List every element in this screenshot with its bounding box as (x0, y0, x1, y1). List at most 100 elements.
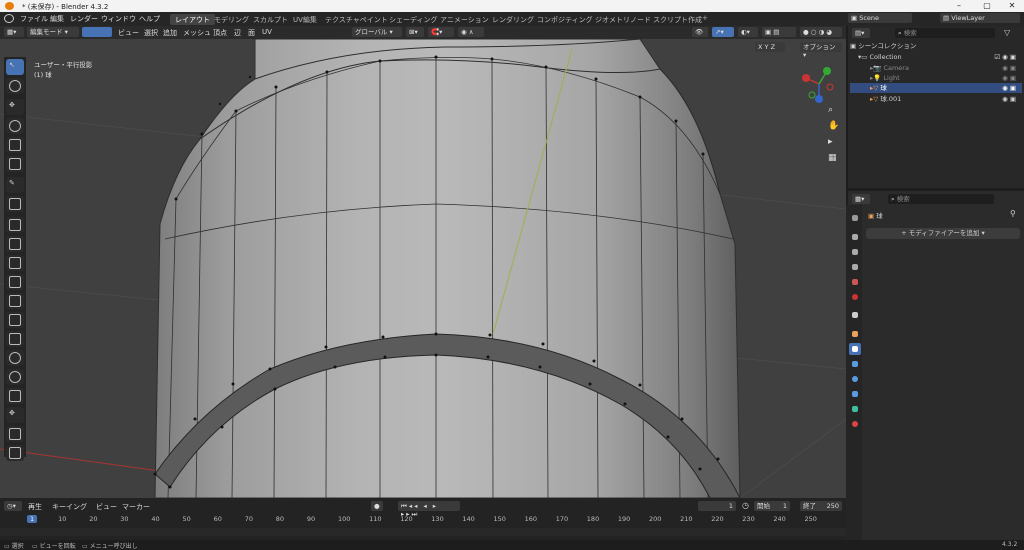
shading-mode-icons[interactable]: ● ○ ◑ ◕ (800, 27, 842, 37)
properties-editor-icon[interactable]: ▦▾ (852, 194, 870, 204)
outliner-row-camera[interactable]: ▸📷 Camera ◉ ▣ (850, 63, 1022, 73)
extrude-tool[interactable] (6, 236, 24, 252)
tab-animation[interactable]: アニメーション (435, 14, 494, 25)
camera-view-icon[interactable]: ▸ (828, 137, 840, 149)
options-button[interactable]: オプション ▾ (800, 42, 842, 59)
menu-help[interactable]: ヘルプ (139, 14, 160, 24)
tab-data[interactable] (849, 403, 861, 415)
scene-selector[interactable]: ▣ Scene (848, 13, 912, 23)
add-workspace-icon[interactable]: + (702, 14, 708, 22)
scale-tool[interactable] (6, 137, 24, 153)
tab-tool[interactable] (849, 212, 861, 224)
close-icon[interactable]: ✕ (1003, 1, 1021, 11)
editor-type-icon[interactable]: ▦▾ (4, 27, 24, 37)
loop-cut-tool[interactable] (6, 293, 24, 309)
timeline-menu-keying[interactable]: キーイング (52, 502, 87, 512)
filter-icon[interactable]: ▽ (1004, 28, 1010, 37)
minimize-icon[interactable]: – (950, 1, 968, 11)
tab-modifiers[interactable] (849, 343, 861, 355)
tab-view-layer[interactable] (849, 261, 861, 273)
proportional-edit-icon[interactable]: ◉ ∧ (458, 27, 484, 37)
pivot-icon[interactable]: ⊠▾ (406, 27, 424, 37)
zoom-icon[interactable]: ⌕ (828, 105, 840, 117)
tab-output[interactable] (849, 246, 861, 258)
header-menu-vertex[interactable]: 頂点 (213, 28, 227, 38)
grid-view-icon[interactable]: ▦ (828, 153, 840, 165)
pan-hand-icon[interactable]: ✋ (828, 121, 840, 133)
cursor-tool[interactable] (6, 78, 24, 94)
start-frame-field[interactable]: 開始 1 (754, 501, 790, 511)
xray-icon[interactable]: ▣ ▤ (762, 27, 796, 37)
frame-ruler[interactable]: 1 10 20 30 40 50 60 70 80 90 100 110 120 130 140 150 160… (0, 514, 846, 525)
header-menu-view[interactable]: ビュー (118, 28, 139, 38)
visibility-eye-icon[interactable]: ◉ ▣ (1002, 94, 1016, 104)
knife-tool[interactable] (6, 312, 24, 328)
tab-scene[interactable] (849, 276, 861, 288)
menu-window[interactable]: ウィンドウ (101, 14, 136, 24)
axis-y-label[interactable]: Y (765, 43, 769, 51)
outliner-editor-icon[interactable]: ▤▾ (852, 28, 870, 38)
header-menu-face[interactable]: 面 (248, 28, 255, 38)
header-menu-select[interactable]: 選択 (144, 28, 158, 38)
overlay-toggle-icon[interactable]: ◐▾ (738, 27, 758, 37)
gizmo-toggle-icon[interactable]: ↗▾ (712, 27, 734, 37)
transform-tool[interactable] (6, 156, 24, 172)
axis-x-label[interactable]: X (758, 43, 762, 51)
menu-render[interactable]: レンダー (70, 14, 98, 24)
tab-collection[interactable] (849, 309, 861, 321)
tab-physics[interactable] (849, 373, 861, 385)
transform-orientation-selector[interactable]: グローバル ▾ (352, 27, 402, 37)
outliner-row-collection[interactable]: ▾▭ Collection ☑ ◉ ▣ (850, 52, 1022, 62)
view-layer-selector[interactable]: ▤ ViewLayer (940, 13, 1020, 23)
3d-viewport[interactable]: ユーザー・平行投影 (1) 球 ↖ ✥ ✎ ✥ ⌕ ✋ ▸ ▦ X Y Z オプ… (0, 39, 846, 498)
snap-icon[interactable]: 🧲▾ (428, 27, 454, 37)
outliner-row-sphere[interactable]: ▸▽ 球 ◉ ▣ (850, 83, 1022, 93)
tab-sculpt[interactable]: スカルプト (248, 14, 293, 25)
tab-constraints[interactable] (849, 388, 861, 400)
visibility-eye-icon[interactable]: ☑ ◉ ▣ (994, 52, 1016, 62)
spin-tool[interactable] (6, 350, 24, 366)
header-menu-edge[interactable]: 辺 (234, 28, 241, 38)
rotate-tool[interactable] (6, 118, 24, 134)
timeline-editor-icon[interactable]: ◷▾ (4, 501, 22, 511)
timeline-menu-playback[interactable]: 再生 (28, 502, 42, 512)
bevel-tool[interactable] (6, 274, 24, 290)
move-tool[interactable]: ✥ (6, 99, 24, 115)
outliner-search[interactable]: ⌕ 検索 (895, 28, 995, 38)
tab-scripting[interactable]: スクリプト作成 (648, 14, 707, 25)
timeline-track[interactable] (0, 528, 846, 536)
header-menu-uv[interactable]: UV (262, 28, 272, 36)
add-cube-tool[interactable] (6, 217, 24, 233)
poly-build-tool[interactable] (6, 331, 24, 347)
tab-compositing[interactable]: コンポジティング (532, 14, 598, 25)
smooth-tool[interactable] (6, 369, 24, 385)
tab-particles[interactable] (849, 358, 861, 370)
menu-edit[interactable]: 編集 (50, 14, 64, 24)
header-menu-add[interactable]: 追加 (163, 28, 177, 38)
tab-uv-editing[interactable]: UV編集 (288, 14, 322, 25)
tab-object[interactable] (849, 328, 861, 340)
timeline-menu-view[interactable]: ビュー (96, 502, 117, 512)
axis-z-label[interactable]: Z (771, 43, 775, 51)
clock-icon[interactable]: ◷ (742, 501, 749, 510)
navigation-gizmo[interactable] (796, 61, 842, 107)
tab-render[interactable] (849, 231, 861, 243)
visibility-eye-icon[interactable]: ◉ ▣ (1002, 83, 1016, 93)
shear-tool[interactable] (6, 426, 24, 442)
annotate-tool[interactable]: ✎ (6, 177, 24, 193)
maximize-icon[interactable]: ▢ (978, 1, 996, 11)
shrink-fatten-tool[interactable]: ✥ (6, 407, 24, 423)
tab-world[interactable] (849, 291, 861, 303)
tab-texture-paint[interactable]: テクスチャペイント (320, 14, 393, 25)
add-modifier-button[interactable]: + モディファイアーを追加 ▾ (866, 228, 1020, 239)
current-frame-field[interactable]: 1 (698, 501, 736, 511)
tab-shading[interactable]: シェーディング (384, 14, 443, 25)
edge-slide-tool[interactable] (6, 388, 24, 404)
current-frame-marker[interactable]: 1 (27, 515, 38, 523)
visibility-icon[interactable]: 👁 (692, 27, 708, 37)
measure-tool[interactable] (6, 196, 24, 212)
properties-search[interactable]: ⌕ 検索 (888, 194, 994, 204)
hidden-eye-icon[interactable]: ◉ ▣ (1002, 63, 1016, 73)
rip-region-tool[interactable] (6, 445, 24, 461)
outliner-row-light[interactable]: ▸💡 Light ◉ ▣ (850, 73, 1022, 83)
